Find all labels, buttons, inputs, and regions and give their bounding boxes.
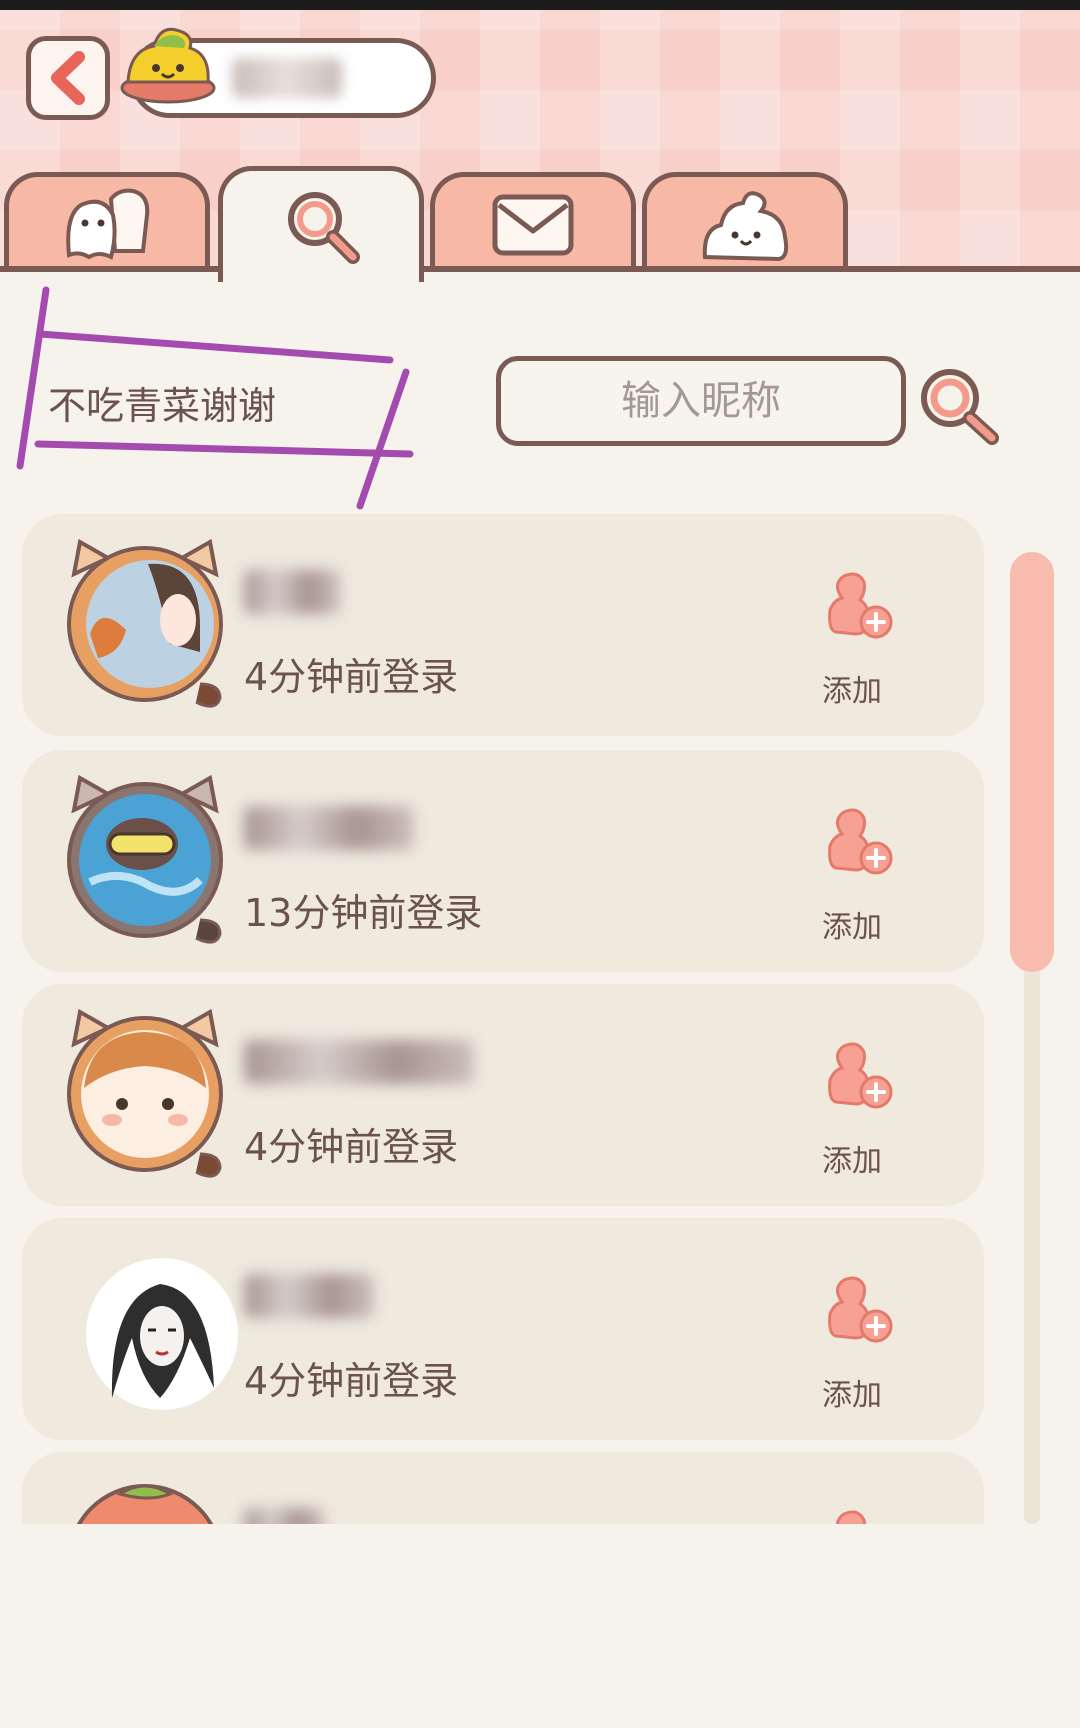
add-friend-icon [828,572,893,639]
chevron-left-icon [51,51,85,105]
tab-search[interactable] [218,166,424,282]
add-friend-button[interactable]: 添加 [792,570,932,709]
list-item[interactable]: 4分钟前登录 添加 [22,1218,984,1440]
avatar [86,1258,238,1410]
last-login-text: 4分钟前登录 [244,655,459,699]
username-blurred [244,1040,474,1084]
last-login-text: 4分钟前登录 [244,1359,459,1403]
add-friend-button[interactable]: 添加 [792,1040,932,1179]
avatar [67,538,223,708]
last-login-text: 13分钟前登录 [244,891,483,935]
list-item[interactable]: 13分钟前登录 添加 [22,750,984,972]
blob-face-icon [702,190,789,261]
tab-pet[interactable] [642,172,848,272]
magnifier-icon [288,191,360,264]
tab-baseline [0,266,1080,272]
add-friend-icon [836,1510,866,1524]
back-button[interactable] [26,36,110,120]
avatar [76,1484,214,1524]
results-list: 4分钟前登录 添加 13分钟前登录 添加 4分钟前登录 添加 4分钟前登录 添加 [22,514,984,1524]
envelope-icon [492,194,574,255]
last-login-text: 4分钟前登录 [244,1125,459,1169]
ghost-friends-icon [66,188,150,260]
list-item[interactable] [22,1452,984,1524]
tab-friends[interactable] [4,172,210,272]
blob-face-icon [120,27,216,104]
add-friend-icon [828,1276,893,1343]
add-friend-label: 添加 [822,910,882,945]
add-friend-button[interactable] [792,1508,932,1524]
avatar [67,774,223,944]
avatar [67,1008,223,1178]
tab-mail[interactable] [430,172,636,272]
username-blurred [244,806,414,850]
search-input[interactable] [496,356,906,446]
nickname-text: 不吃青菜谢谢 [48,384,277,428]
list-item[interactable]: 4分钟前登录 添加 [22,984,984,1206]
add-friend-icon [828,1042,893,1109]
add-friend-label: 添加 [822,1378,882,1413]
username-blurred [244,1274,374,1318]
search-button[interactable] [912,360,1002,450]
username-blurred [244,1508,324,1524]
add-friend-button[interactable]: 添加 [792,1274,932,1413]
add-friend-icon [828,808,893,875]
profile-name-blurred [232,58,342,98]
scrollbar-thumb[interactable] [1010,552,1054,972]
list-item[interactable]: 4分钟前登录 添加 [22,514,984,736]
add-friend-button[interactable]: 添加 [792,806,932,945]
add-friend-label: 添加 [822,674,882,709]
username-blurred [244,570,340,614]
status-bar [0,0,1080,10]
add-friend-label: 添加 [822,1144,882,1179]
